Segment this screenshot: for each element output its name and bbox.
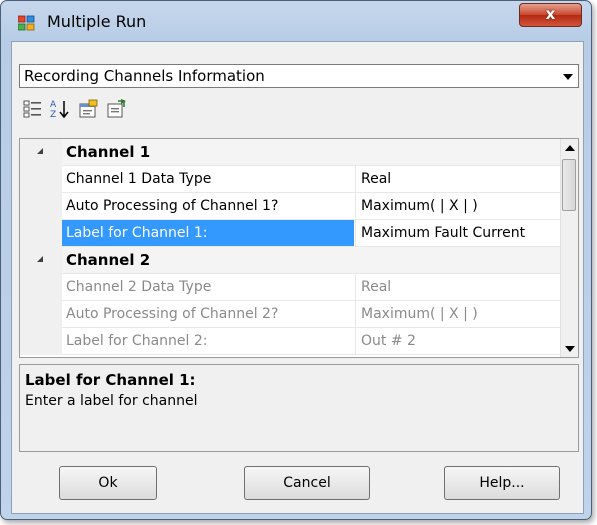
row-gutter [20, 220, 62, 247]
row-gutter [20, 193, 62, 220]
help-pane: Label for Channel 1: Enter a label for c… [19, 364, 579, 452]
svg-text:A: A [50, 100, 57, 110]
property-grid-toolbar: A Z [19, 94, 579, 122]
property-value[interactable]: Real [355, 274, 563, 300]
alphabetical-sort-icon[interactable]: A Z [49, 98, 71, 120]
row-gutter [20, 301, 62, 328]
help-button[interactable]: Help... [444, 466, 560, 500]
property-value[interactable]: Maximum Fault Current [355, 220, 563, 246]
close-button[interactable]: x [519, 3, 582, 27]
property-value[interactable]: Maximum( | X | ) [355, 301, 563, 327]
title-bar[interactable]: Multiple Run x [1, 1, 591, 41]
property-name: Channel 2 Data Type [66, 279, 212, 295]
ok-button[interactable]: Ok [59, 466, 157, 500]
category-label: Channel 2 [66, 251, 151, 269]
dropdown-selected-value: Recording Channels Information [24, 67, 265, 85]
property-name: Auto Processing of Channel 2? [66, 306, 279, 322]
property-row[interactable]: Channel 1 Data Type Real [20, 166, 563, 193]
dialog-window: Multiple Run x Recording Channels Inform… [0, 0, 592, 520]
row-gutter [20, 328, 62, 355]
property-name: Label for Channel 2: [66, 333, 208, 349]
property-pages-icon[interactable] [77, 98, 99, 120]
property-name: Channel 1 Data Type [66, 171, 212, 187]
property-row[interactable]: Auto Processing of Channel 1? Maximum( |… [20, 193, 563, 220]
property-value[interactable]: Maximum( | X | ) [355, 193, 563, 219]
chevron-down-icon[interactable] [559, 66, 577, 86]
section-dropdown[interactable]: Recording Channels Information [19, 64, 579, 88]
events-icon[interactable] [105, 98, 127, 120]
property-row[interactable]: Auto Processing of Channel 2? Maximum( |… [20, 301, 563, 328]
svg-text:Z: Z [50, 110, 56, 120]
property-value[interactable]: Real [355, 166, 563, 192]
expand-triangle-icon[interactable] [37, 148, 43, 154]
dialog-client-area: Recording Channels Information A Z Chann… [11, 41, 584, 514]
category-row-channel-1[interactable]: Channel 1 [20, 139, 563, 166]
property-name: Label for Channel 1: [62, 220, 354, 246]
property-row-selected[interactable]: Label for Channel 1: Maximum Fault Curre… [20, 220, 563, 247]
close-icon: x [545, 5, 556, 23]
category-label: Channel 1 [66, 143, 151, 161]
scrollbar-thumb[interactable] [562, 159, 576, 211]
categorized-icon[interactable] [22, 98, 44, 120]
cancel-button[interactable]: Cancel [244, 466, 370, 500]
property-name: Auto Processing of Channel 1? [66, 198, 279, 214]
window-title: Multiple Run [47, 12, 147, 31]
row-gutter [20, 166, 62, 193]
property-grid: Channel 1 Channel 1 Data Type Real Auto … [19, 138, 579, 358]
expand-triangle-icon[interactable] [37, 256, 43, 262]
category-row-channel-2[interactable]: Channel 2 [20, 247, 563, 274]
scroll-up-icon[interactable] [561, 139, 578, 156]
vertical-scrollbar[interactable] [560, 139, 578, 357]
app-icon [18, 15, 35, 31]
row-gutter [20, 274, 62, 301]
property-row[interactable]: Channel 2 Data Type Real [20, 274, 563, 301]
help-description: Enter a label for channel [25, 393, 198, 409]
help-title: Label for Channel 1: [25, 371, 196, 389]
property-row[interactable]: Label for Channel 2: Out # 2 [20, 328, 563, 355]
property-value[interactable]: Out # 2 [355, 328, 563, 354]
scroll-down-icon[interactable] [561, 340, 578, 357]
